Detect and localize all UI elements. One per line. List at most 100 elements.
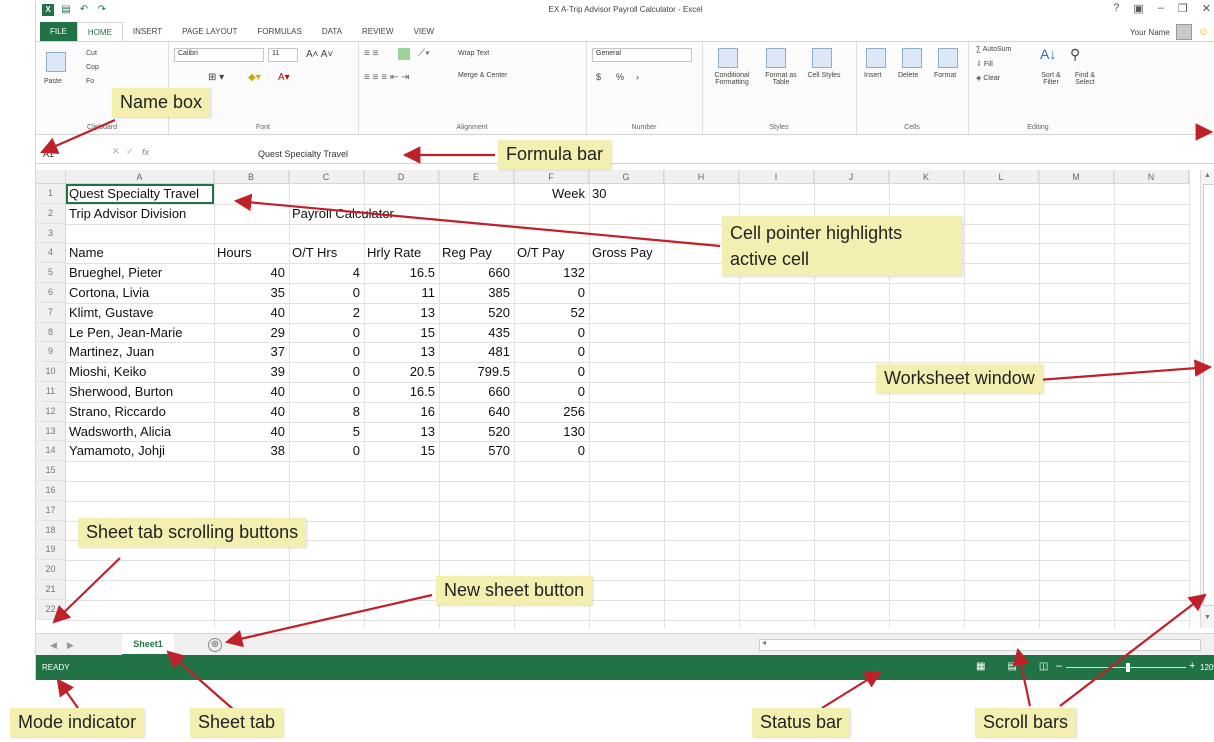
value-cell[interactable]: 16 [364, 402, 435, 422]
delete-button[interactable]: Delete [898, 72, 918, 79]
column-heading-cell[interactable]: Name [69, 243, 104, 263]
value-cell[interactable]: 4 [289, 263, 360, 283]
value-cell[interactable]: 40 [214, 263, 285, 283]
cell-styles-icon[interactable] [812, 48, 832, 68]
value-cell[interactable]: 38 [214, 441, 285, 461]
value-cell[interactable]: 2 [289, 303, 360, 323]
row-header-11[interactable]: 11 [36, 382, 66, 402]
currency-button[interactable]: $ [596, 72, 601, 82]
row-header-12[interactable]: 12 [36, 401, 66, 422]
value-cell[interactable]: 8 [289, 402, 360, 422]
sort-filter-icon[interactable]: A↓ [1040, 46, 1056, 62]
horizontal-scrollbar[interactable]: ◂ [759, 638, 1201, 651]
row-header-19[interactable]: 19 [36, 540, 66, 561]
value-cell[interactable]: 0 [514, 382, 585, 402]
row-header-7[interactable]: 7 [36, 302, 66, 323]
column-header-g[interactable]: G [589, 170, 664, 184]
name-cell[interactable]: Sherwood, Burton [69, 382, 173, 402]
row-header-18[interactable]: 18 [36, 520, 66, 541]
format-painter-button[interactable]: Fo [86, 78, 94, 85]
tab-page-layout[interactable]: PAGE LAYOUT [172, 22, 247, 41]
smiley-feedback-icon[interactable]: ☺ [1198, 26, 1209, 38]
borders-icon[interactable]: ⊞ ▾ [208, 72, 224, 83]
column-header-a[interactable]: A [66, 170, 214, 184]
sheet-tab-scrolling-buttons[interactable]: ◀ ▶ [50, 640, 74, 651]
insert-button[interactable]: Insert [864, 72, 882, 79]
value-cell[interactable]: 20.5 [364, 362, 435, 382]
value-cell[interactable]: 0 [514, 362, 585, 382]
value-cell[interactable]: 11 [364, 283, 436, 303]
align-middle-icon[interactable] [398, 48, 410, 60]
name-cell[interactable]: Le Pen, Jean-Marie [69, 323, 182, 343]
column-header-j[interactable]: J [814, 170, 889, 184]
page-layout-view-icon[interactable]: ▤ [1007, 661, 1016, 672]
copy-button[interactable]: Cop [86, 64, 99, 71]
format-button[interactable]: Format [934, 72, 956, 79]
column-heading-cell[interactable]: Hours [217, 243, 252, 263]
cell-f1[interactable]: Week [514, 184, 585, 204]
number-format-select[interactable]: General [592, 48, 692, 62]
column-heading-cell[interactable]: O/T Hrs [292, 243, 337, 263]
tab-formulas[interactable]: FORMULAS [247, 22, 311, 41]
sort-filter-button[interactable]: Sort & Filter [1034, 72, 1068, 86]
value-cell[interactable]: 130 [514, 422, 585, 442]
value-cell[interactable]: 13 [364, 303, 435, 323]
delete-cells-icon[interactable] [902, 48, 922, 68]
comma-button[interactable]: › [636, 72, 639, 82]
sheet-tab[interactable]: Sheet1 [122, 634, 174, 656]
value-cell[interactable]: 40 [214, 422, 285, 442]
conditional-formatting-button[interactable]: Conditional Formatting [706, 72, 758, 86]
column-header-l[interactable]: L [964, 170, 1039, 184]
autosum-button[interactable]: ∑ AutoSum [976, 46, 1011, 53]
font-size-select[interactable]: 11 [268, 48, 298, 62]
value-cell[interactable]: 13 [364, 422, 435, 442]
format-cells-icon[interactable] [938, 48, 958, 68]
align-top-icon[interactable]: ≡ ≡ [364, 48, 378, 59]
format-as-table-button[interactable]: Format as Table [758, 72, 804, 86]
ribbon-display-icon[interactable]: ▣ [1133, 2, 1143, 15]
value-cell[interactable]: 640 [439, 402, 510, 422]
orientation-icon[interactable]: ⟋▾ [418, 48, 430, 59]
row-header-15[interactable]: 15 [36, 461, 66, 481]
tab-scroll-left-icon[interactable]: ◀ [50, 640, 57, 651]
value-cell[interactable]: 570 [439, 441, 510, 461]
value-cell[interactable]: 40 [214, 402, 285, 422]
row-header-5[interactable]: 5 [36, 263, 66, 283]
value-cell[interactable]: 29 [214, 323, 285, 343]
name-cell[interactable]: Wadsworth, Alicia [69, 422, 171, 442]
row-header-3[interactable]: 3 [36, 223, 66, 244]
insert-cells-icon[interactable] [866, 48, 886, 68]
cancel-icon[interactable]: ✕ [112, 146, 120, 157]
merge-center-button[interactable]: Merge & Center [458, 72, 507, 79]
restore-icon[interactable]: ❐ [1178, 2, 1188, 15]
font-name-select[interactable]: Calibri [174, 48, 264, 62]
row-header-8[interactable]: 8 [36, 322, 66, 343]
column-heading-cell[interactable]: Hrly Rate [367, 243, 421, 263]
scroll-up-icon[interactable]: ▲ [1204, 172, 1211, 179]
avatar[interactable] [1175, 24, 1192, 40]
value-cell[interactable]: 15 [364, 323, 435, 343]
find-select-icon[interactable]: ⚲ [1070, 46, 1080, 63]
align-left-icon[interactable]: ≡ ≡ ≡ ⇤ ⇥ [364, 72, 409, 83]
row-header-6[interactable]: 6 [36, 283, 66, 303]
value-cell[interactable]: 0 [514, 342, 585, 362]
column-header-e[interactable]: E [439, 170, 514, 184]
value-cell[interactable]: 0 [514, 283, 585, 303]
value-cell[interactable]: 520 [439, 422, 510, 442]
value-cell[interactable]: 5 [289, 422, 360, 442]
tab-view[interactable]: VIEW [404, 22, 444, 41]
zoom-level[interactable]: 120% [1200, 663, 1214, 672]
cell-a1[interactable]: Quest Specialty Travel [69, 184, 199, 204]
enter-icon[interactable]: ✓ [126, 146, 134, 157]
column-header-n[interactable]: N [1114, 170, 1189, 184]
value-cell[interactable]: 435 [439, 323, 510, 343]
value-cell[interactable]: 15 [364, 441, 435, 461]
cut-button[interactable]: Cut [86, 50, 97, 57]
value-cell[interactable]: 0 [289, 342, 360, 362]
find-select-button[interactable]: Find & Select [1068, 72, 1102, 86]
scroll-left-icon[interactable]: ◂ [762, 638, 766, 647]
value-cell[interactable]: 16.5 [364, 263, 435, 283]
tab-home[interactable]: HOME [76, 22, 123, 41]
value-cell[interactable]: 52 [514, 303, 585, 323]
value-cell[interactable]: 660 [439, 382, 510, 402]
